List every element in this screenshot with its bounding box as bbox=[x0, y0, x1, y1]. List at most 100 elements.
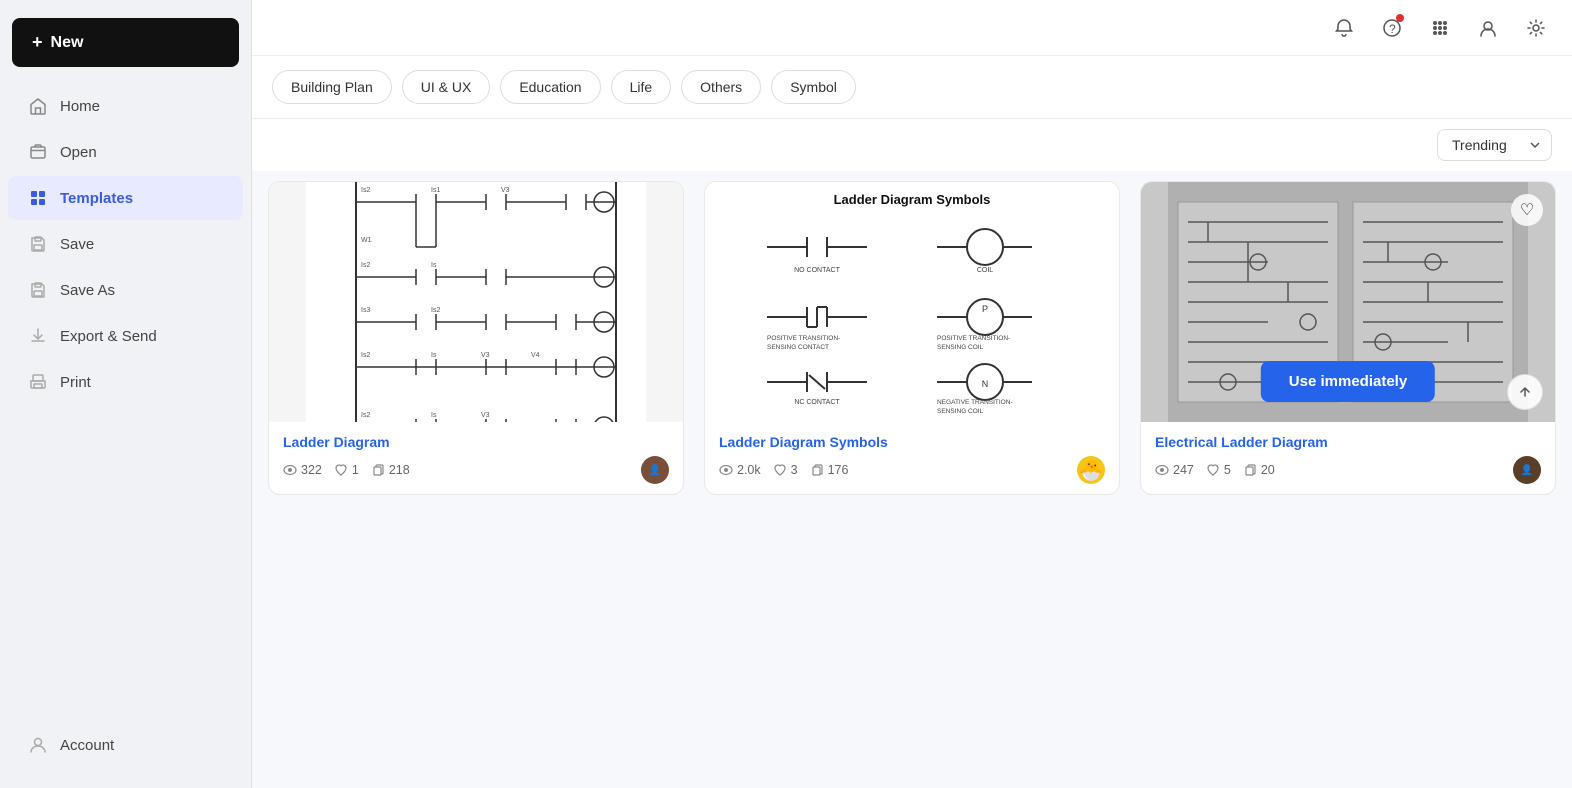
home-icon bbox=[28, 96, 48, 116]
card-avatar-symbols: 🐣 bbox=[1077, 456, 1105, 484]
svg-text:Is2: Is2 bbox=[361, 352, 370, 359]
export-icon bbox=[28, 326, 48, 346]
upload-button[interactable] bbox=[1507, 374, 1543, 410]
filter-education[interactable]: Education bbox=[500, 70, 600, 104]
card-meta-electrical: 247 5 20 👤 bbox=[1155, 456, 1541, 484]
svg-text:Is3: Is3 bbox=[361, 307, 370, 314]
card-body-ladder: Ladder Diagram 322 1 218 bbox=[269, 422, 683, 494]
print-icon bbox=[28, 372, 48, 392]
copies-symbols: 176 bbox=[810, 463, 849, 477]
svg-text:N: N bbox=[982, 379, 989, 389]
template-grid: Start Is2 V3 V1 bbox=[268, 181, 1556, 495]
sidebar-item-save[interactable]: Save bbox=[8, 222, 243, 266]
filter-symbol[interactable]: Symbol bbox=[771, 70, 856, 104]
sidebar-item-account[interactable]: Account bbox=[8, 723, 243, 767]
svg-text:Is2: Is2 bbox=[361, 187, 370, 194]
card-meta-ladder: 322 1 218 👤 bbox=[283, 456, 669, 484]
template-card-ladder-diagram[interactable]: Start Is2 V3 V1 bbox=[268, 181, 684, 495]
svg-text:P: P bbox=[982, 304, 988, 314]
card-title-electrical: Electrical Ladder Diagram bbox=[1155, 434, 1541, 450]
card-title-ladder-symbols: Ladder Diagram Symbols bbox=[719, 434, 1105, 450]
filter-building-plan[interactable]: Building Plan bbox=[272, 70, 392, 104]
svg-text:SENSING CONTACT: SENSING CONTACT bbox=[767, 344, 829, 351]
card-body-ladder-symbols: Ladder Diagram Symbols 2.0k 3 176 bbox=[705, 422, 1119, 494]
svg-text:Is1: Is1 bbox=[431, 187, 440, 194]
filter-ui-ux[interactable]: UI & UX bbox=[402, 70, 491, 104]
filter-life[interactable]: Life bbox=[611, 70, 672, 104]
svg-text:V4: V4 bbox=[531, 352, 540, 359]
svg-text:Is2: Is2 bbox=[361, 412, 370, 419]
open-icon bbox=[28, 142, 48, 162]
likes-electrical: 5 bbox=[1206, 463, 1231, 477]
settings-icon[interactable] bbox=[1520, 12, 1552, 44]
copies-electrical: 20 bbox=[1243, 463, 1275, 477]
svg-text:Ladder Diagram Symbols: Ladder Diagram Symbols bbox=[834, 192, 991, 207]
svg-text:SENSING COIL: SENSING COIL bbox=[937, 344, 984, 351]
sidebar-item-save-label: Save bbox=[60, 236, 94, 253]
views-ladder: 322 bbox=[283, 463, 322, 477]
svg-text:NO CONTACT: NO CONTACT bbox=[794, 267, 840, 274]
likes-ladder: 1 bbox=[334, 463, 359, 477]
svg-text:Is: Is bbox=[431, 412, 437, 419]
sidebar-item-export-label: Export & Send bbox=[60, 328, 157, 345]
svg-text:Is: Is bbox=[431, 352, 437, 359]
likes-symbols: 3 bbox=[773, 463, 798, 477]
bell-icon[interactable] bbox=[1328, 12, 1360, 44]
svg-text:Is2: Is2 bbox=[431, 307, 440, 314]
svg-text:NEGATIVE TRANSITION-: NEGATIVE TRANSITION- bbox=[937, 399, 1013, 406]
filter-bar: Building Plan UI & UX Education Life Oth… bbox=[252, 56, 1572, 119]
sidebar-item-save-as[interactable]: Save As bbox=[8, 268, 243, 312]
sidebar-account-label: Account bbox=[60, 737, 114, 754]
use-immediately-button[interactable]: Use immediately bbox=[1261, 361, 1435, 402]
templates-icon bbox=[28, 188, 48, 208]
save-as-icon bbox=[28, 280, 48, 300]
svg-text:COIL: COIL bbox=[977, 267, 993, 274]
template-card-electrical[interactable]: Use immediately ♡ Electrical Ladder Diag… bbox=[1140, 181, 1556, 495]
svg-text:W1: W1 bbox=[361, 237, 372, 244]
sidebar-item-home[interactable]: Home bbox=[8, 84, 243, 128]
apps-icon[interactable] bbox=[1424, 12, 1456, 44]
sort-bar: Trending Newest Most Used bbox=[252, 119, 1572, 171]
card-body-electrical: Electrical Ladder Diagram 247 5 20 bbox=[1141, 422, 1555, 494]
card-avatar-ladder: 👤 bbox=[641, 456, 669, 484]
card-image-electrical: Use immediately ♡ bbox=[1141, 182, 1555, 422]
sidebar-item-save-as-label: Save As bbox=[60, 282, 115, 299]
sidebar-item-templates[interactable]: Templates bbox=[8, 176, 243, 220]
sidebar-item-open[interactable]: Open bbox=[8, 130, 243, 174]
svg-text:V3: V3 bbox=[501, 187, 510, 194]
new-button[interactable]: + New bbox=[12, 18, 239, 67]
help-icon[interactable]: ? bbox=[1376, 12, 1408, 44]
sidebar-item-export[interactable]: Export & Send bbox=[8, 314, 243, 358]
topbar: ? bbox=[252, 0, 1572, 56]
card-meta-ladder-symbols: 2.0k 3 176 🐣 bbox=[719, 456, 1105, 484]
svg-text:?: ? bbox=[1389, 22, 1396, 36]
save-icon bbox=[28, 234, 48, 254]
template-card-ladder-symbols[interactable]: Ladder Diagram Symbols NO CONTACT COIL bbox=[704, 181, 1120, 495]
svg-text:Is: Is bbox=[431, 262, 437, 269]
svg-text:V3: V3 bbox=[481, 352, 490, 359]
copies-ladder: 218 bbox=[371, 463, 410, 477]
sort-select[interactable]: Trending Newest Most Used bbox=[1437, 129, 1552, 161]
card-avatar-electrical: 👤 bbox=[1513, 456, 1541, 484]
sidebar-item-templates-label: Templates bbox=[60, 190, 133, 207]
card-image-ladder-diagram: Start Is2 V3 V1 bbox=[269, 182, 683, 422]
main-content: ? Building Plan UI & UX Education Life O… bbox=[252, 0, 1572, 788]
filter-others[interactable]: Others bbox=[681, 70, 761, 104]
sidebar-item-open-label: Open bbox=[60, 144, 97, 161]
account-icon bbox=[28, 735, 48, 755]
svg-text:SENSING COIL: SENSING COIL bbox=[937, 408, 984, 415]
favorite-button[interactable]: ♡ bbox=[1511, 194, 1543, 226]
views-electrical: 247 bbox=[1155, 463, 1194, 477]
sidebar-item-home-label: Home bbox=[60, 98, 100, 115]
plus-icon: + bbox=[32, 32, 43, 53]
sidebar-item-print-label: Print bbox=[60, 374, 91, 391]
topbar-icons: ? bbox=[1328, 12, 1552, 44]
svg-text:V3: V3 bbox=[481, 412, 490, 419]
user-icon[interactable] bbox=[1472, 12, 1504, 44]
sidebar-item-print[interactable]: Print bbox=[8, 360, 243, 404]
views-symbols: 2.0k bbox=[719, 463, 761, 477]
svg-text:NC CONTACT: NC CONTACT bbox=[794, 399, 840, 406]
card-title-ladder: Ladder Diagram bbox=[283, 434, 669, 450]
sidebar: + New Home Open Templates Save Save As bbox=[0, 0, 252, 788]
card-image-ladder-symbols: Ladder Diagram Symbols NO CONTACT COIL bbox=[705, 182, 1119, 422]
